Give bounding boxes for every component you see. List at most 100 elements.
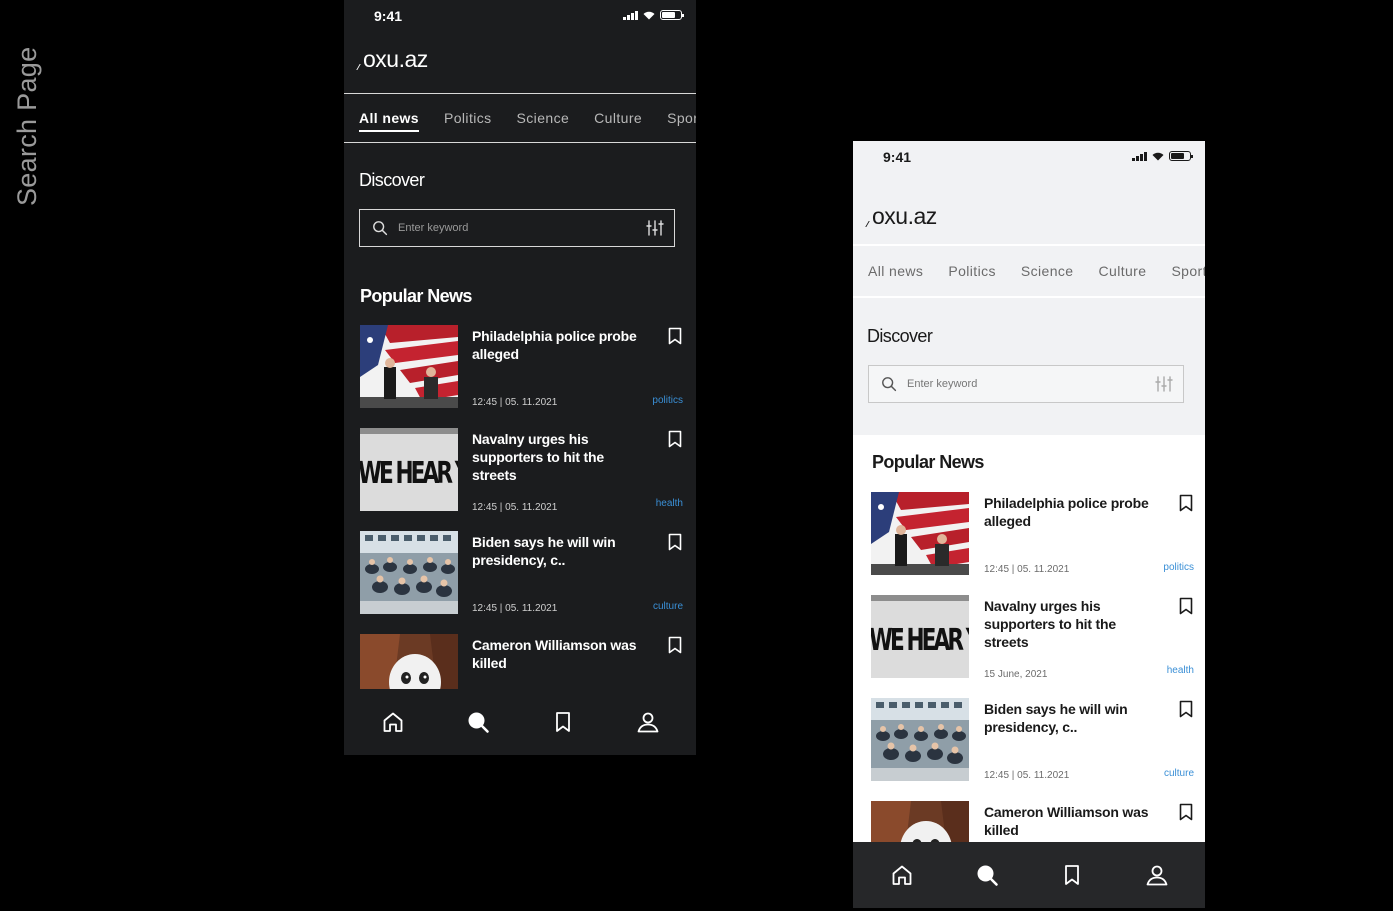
phone-dark: 9:41 oxu.az All news Politics Science Cu… [344, 0, 696, 755]
news-list: Philadelphia police probe alleged 12:45 … [360, 325, 684, 737]
discover-heading: Discover [359, 170, 425, 190]
news-meta: 15 June, 2021 [984, 669, 1048, 680]
wifi-icon [1152, 152, 1164, 160]
news-category[interactable]: culture [653, 601, 683, 612]
news-item[interactable]: Biden says he will win presidency, c.. 1… [871, 698, 1195, 801]
tab-all-news[interactable]: All news [868, 263, 923, 279]
status-icons [623, 10, 684, 20]
news-meta: 12:45 | 05. 11.2021 [472, 502, 558, 513]
news-title: Navalny urges his supporters to hit the … [984, 598, 1116, 650]
news-title: Cameron Williamson was killed [472, 637, 637, 671]
tab-science[interactable]: Science [517, 110, 570, 126]
search-input[interactable] [398, 222, 646, 234]
wifi-icon [643, 11, 655, 19]
tab-all-news[interactable]: All news [359, 110, 419, 132]
category-tabs: All news Politics Science Culture Sports [853, 244, 1205, 298]
news-category[interactable]: health [656, 498, 683, 509]
news-thumbnail: WE HEAR YOU [360, 428, 458, 511]
news-title: Biden says he will win presidency, c.. [472, 534, 616, 568]
tab-culture[interactable]: Culture [1099, 263, 1147, 279]
search-icon [975, 863, 999, 887]
news-category[interactable]: health [1167, 665, 1194, 676]
bookmark-icon[interactable] [668, 327, 682, 345]
nav-bookmarks[interactable] [550, 709, 576, 735]
profile-icon [636, 710, 660, 734]
filter-icon[interactable] [646, 219, 664, 237]
page-label: Search Page [12, 47, 42, 214]
tab-politics[interactable]: Politics [444, 110, 492, 126]
bookmark-icon[interactable] [1179, 700, 1193, 718]
search-box [868, 365, 1184, 403]
bookmark-icon[interactable] [668, 533, 682, 551]
news-thumbnail: WE HEAR YOU [871, 595, 969, 678]
news-meta: 12:45 | 05. 11.2021 [984, 770, 1070, 781]
discover-heading: Discover [867, 326, 933, 346]
bookmark-icon[interactable] [668, 430, 682, 448]
news-thumbnail [871, 492, 969, 575]
nav-home[interactable] [380, 709, 406, 735]
bookmark-icon[interactable] [1179, 494, 1193, 512]
battery-icon [660, 10, 684, 20]
bottom-nav [853, 842, 1205, 908]
bookmark-icon[interactable] [1179, 803, 1193, 821]
bookmark-icon[interactable] [1179, 597, 1193, 615]
news-item[interactable]: Philadelphia police probe alleged 12:45 … [360, 325, 684, 428]
home-icon [381, 710, 405, 734]
search-box [359, 209, 675, 247]
status-time: 9:41 [883, 149, 912, 165]
news-meta: 12:45 | 05. 11.2021 [984, 564, 1070, 575]
nav-search[interactable] [974, 862, 1000, 888]
news-item[interactable]: WE HEAR YOU Navalny urges his supporters… [360, 428, 684, 531]
tab-politics[interactable]: Politics [948, 263, 996, 279]
home-icon [890, 863, 914, 887]
news-item[interactable]: Biden says he will win presidency, c.. 1… [360, 531, 684, 634]
profile-icon [1145, 863, 1169, 887]
bookmark-icon[interactable] [668, 636, 682, 654]
search-icon [372, 220, 388, 236]
app-logo[interactable]: oxu.az [356, 46, 428, 73]
status-icons [1132, 151, 1193, 161]
nav-search[interactable] [465, 709, 491, 735]
news-title: Cameron Williamson was killed [984, 804, 1149, 838]
nav-bookmarks[interactable] [1059, 862, 1085, 888]
signal-icon [623, 10, 638, 20]
news-thumbnail [360, 531, 458, 614]
page-label-text: Search Page [12, 46, 42, 206]
status-time: 9:41 [374, 8, 403, 24]
news-title: Navalny urges his supporters to hit the … [472, 431, 604, 483]
nav-profile[interactable] [1144, 862, 1170, 888]
bookmark-icon [1060, 863, 1084, 887]
app-logo[interactable]: oxu.az [865, 203, 937, 230]
news-title: Biden says he will win presidency, c.. [984, 701, 1128, 735]
filter-icon[interactable] [1155, 375, 1173, 393]
phone-light: 9:41 oxu.az All news Politics Science Cu… [853, 141, 1205, 908]
signal-icon [1132, 151, 1147, 161]
category-tabs: All news Politics Science Culture Sports [344, 93, 696, 143]
nav-home[interactable] [889, 862, 915, 888]
popular-news-heading: Popular News [872, 452, 984, 472]
news-title: Philadelphia police probe alleged [472, 328, 637, 362]
news-category[interactable]: politics [1163, 562, 1194, 573]
search-icon [466, 710, 490, 734]
status-bar: 9:41 [853, 141, 1205, 173]
thumbnail-caption: WE HEAR YOU [360, 456, 458, 491]
thumbnail-caption: WE HEAR YOU [871, 623, 969, 658]
news-category[interactable]: culture [1164, 768, 1194, 779]
tab-science[interactable]: Science [1021, 263, 1074, 279]
search-input[interactable] [907, 378, 1155, 390]
news-category[interactable]: politics [652, 395, 683, 406]
tab-culture[interactable]: Culture [594, 110, 642, 126]
news-item[interactable]: Philadelphia police probe alleged 12:45 … [871, 492, 1195, 595]
tab-sports[interactable]: Sports [667, 110, 696, 126]
news-thumbnail [871, 698, 969, 781]
news-meta: 12:45 | 05. 11.2021 [472, 603, 558, 614]
news-item[interactable]: WE HEAR YOU Navalny urges his supporters… [871, 595, 1195, 698]
app-logo-text: oxu.az [363, 46, 428, 72]
news-title: Philadelphia police probe alleged [984, 495, 1149, 529]
status-bar: 9:41 [344, 0, 696, 32]
nav-profile[interactable] [635, 709, 661, 735]
news-thumbnail [360, 325, 458, 408]
battery-icon [1169, 151, 1193, 161]
canvas: Search Page 9:41 oxu.az All news Politic… [0, 0, 1393, 911]
tab-sports[interactable]: Sports [1171, 263, 1205, 279]
